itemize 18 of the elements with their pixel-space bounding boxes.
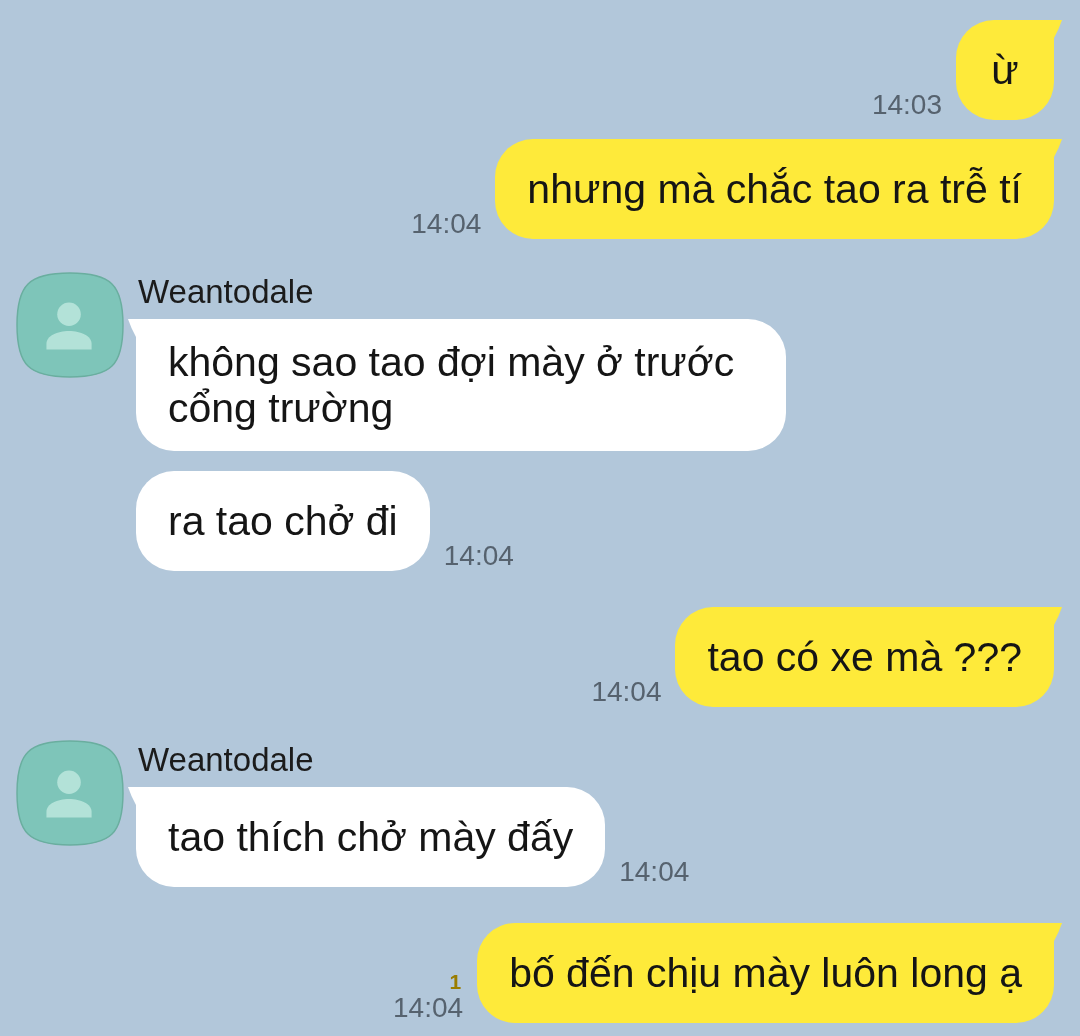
- sender-name: Weantodale: [137, 741, 314, 779]
- bubble-tail-icon: [1054, 607, 1062, 625]
- message-time: 14:04: [411, 209, 482, 239]
- bubble-tail-icon: [1054, 20, 1062, 38]
- message-time: 14:04: [443, 541, 514, 571]
- message-time: 14:04: [393, 993, 464, 1023]
- message-time: 14:04: [591, 677, 662, 707]
- unread-count: 1: [449, 970, 462, 993]
- sender-name: Weantodale: [137, 273, 314, 311]
- avatar-icon[interactable]: [16, 740, 124, 846]
- message-bubble: ra tao chở đi: [136, 471, 430, 571]
- avatar-icon[interactable]: [16, 272, 124, 378]
- message-time: 14:04: [619, 857, 690, 887]
- bubble-tail-icon: [1054, 139, 1062, 157]
- message-time: 14:03: [871, 90, 942, 120]
- bubble-tail-icon: [128, 787, 136, 805]
- bubble-tail-icon: [1054, 923, 1062, 941]
- bubble-tail-icon: [128, 319, 136, 337]
